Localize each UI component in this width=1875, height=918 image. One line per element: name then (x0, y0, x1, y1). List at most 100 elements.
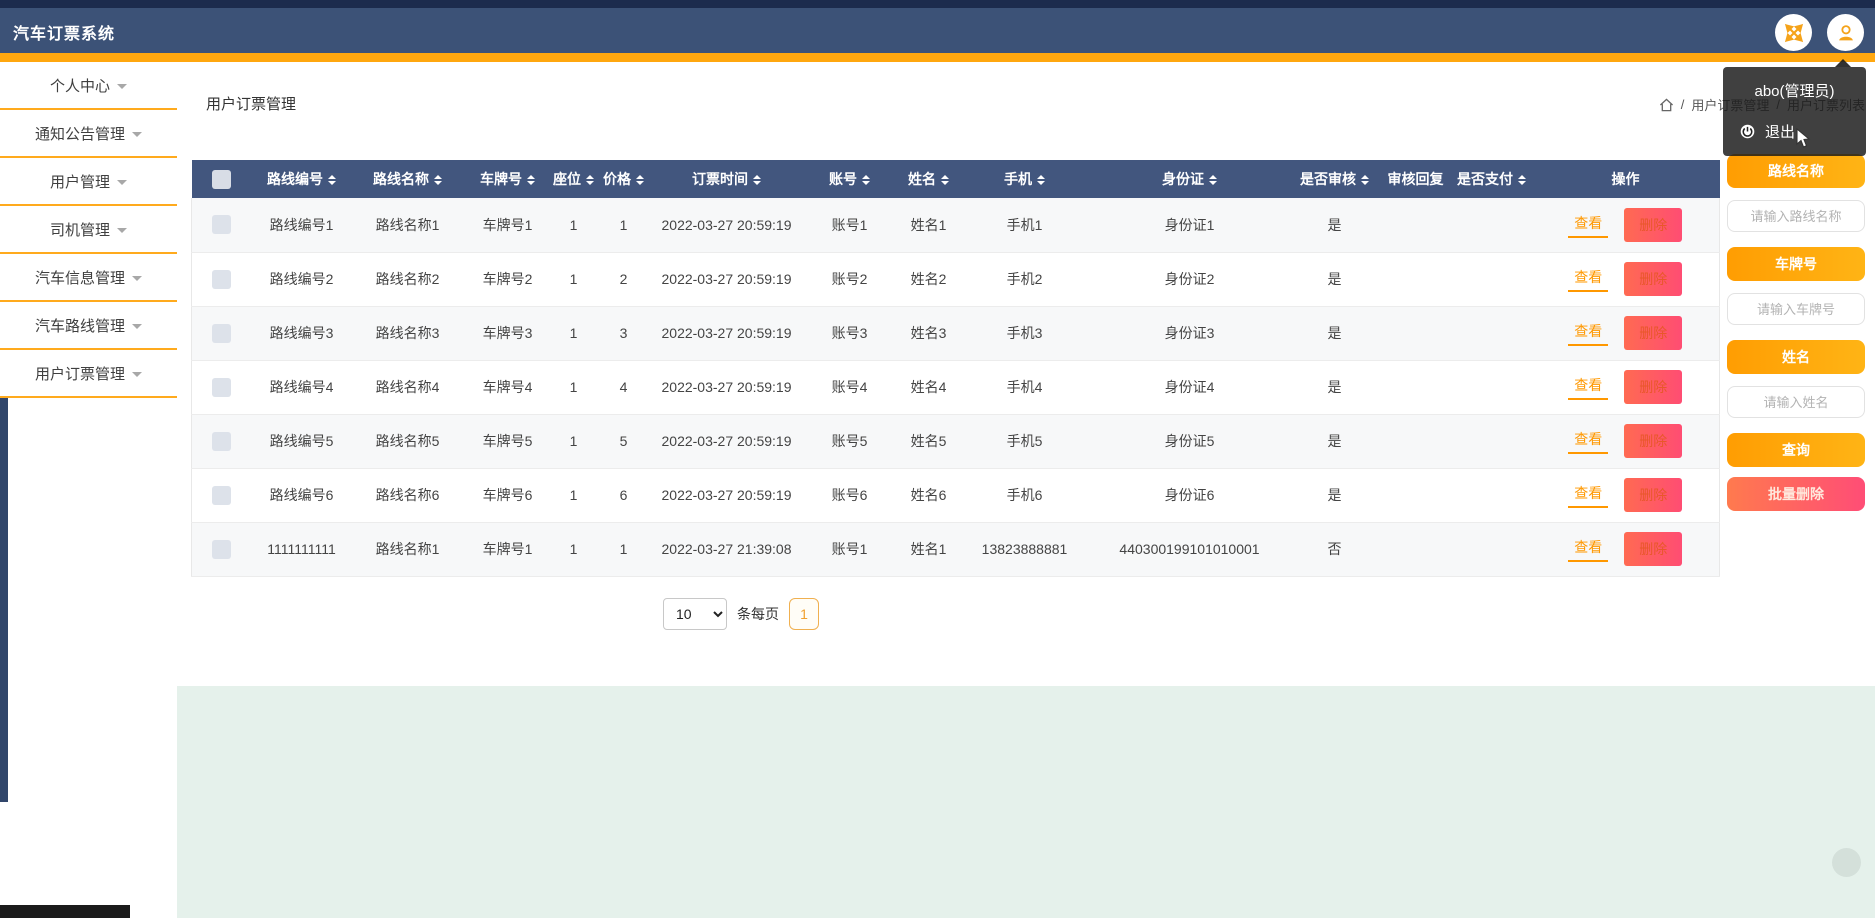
column-label: 座位 (553, 171, 581, 187)
user-avatar-button[interactable] (1827, 14, 1864, 51)
page-number-button[interactable]: 1 (789, 598, 819, 630)
bottom-left-dark-bar (0, 905, 130, 918)
home-icon[interactable] (1659, 98, 1674, 112)
sort-icon[interactable] (1518, 175, 1526, 186)
cell-seats: 1 (551, 306, 596, 361)
sort-icon[interactable] (941, 175, 949, 186)
caret-down-icon (132, 275, 142, 281)
fullscreen-button[interactable] (1775, 14, 1812, 51)
column-header-route-no[interactable]: 路线编号 (251, 160, 352, 198)
row-checkbox-cell (191, 360, 252, 415)
cursor-pointer-icon (1796, 128, 1811, 148)
column-header-id-card[interactable]: 身份证 (1089, 160, 1290, 198)
row-checkbox[interactable] (212, 269, 232, 289)
sort-icon[interactable] (753, 175, 761, 186)
sort-up-arrow (1037, 175, 1045, 180)
sort-icon[interactable] (434, 175, 442, 186)
pagination: 10 条每页 1 (191, 598, 1291, 630)
cell-price: 5 (595, 414, 652, 469)
view-button[interactable]: 查看 (1568, 320, 1609, 346)
sort-icon[interactable] (1361, 175, 1369, 186)
filter-input-0[interactable] (1727, 200, 1865, 232)
delete-button[interactable]: 删除 (1624, 262, 1683, 296)
sort-icon[interactable] (1209, 175, 1217, 186)
cell-book-time: 2022-03-27 20:59:19 (651, 306, 802, 361)
row-checkbox[interactable] (212, 485, 232, 505)
cell-audited: 是 (1289, 198, 1380, 253)
column-header-name[interactable]: 姓名 (897, 160, 960, 198)
caret-down-icon (117, 227, 127, 233)
delete-button[interactable]: 删除 (1624, 478, 1683, 512)
row-checkbox[interactable] (212, 539, 232, 559)
sort-down-arrow (434, 181, 442, 186)
delete-button[interactable]: 删除 (1624, 316, 1683, 350)
row-checkbox[interactable] (212, 215, 232, 235)
cell-paid (1451, 414, 1532, 469)
row-checkbox[interactable] (212, 431, 232, 451)
cell-price: 1 (595, 522, 652, 577)
sort-icon[interactable] (328, 175, 336, 186)
sort-icon[interactable] (636, 175, 644, 186)
sort-icon[interactable] (1037, 175, 1045, 186)
column-header-account[interactable]: 账号 (801, 160, 898, 198)
sort-up-arrow (1518, 175, 1526, 180)
sidebar-item-1[interactable]: 通知公告管理 (0, 110, 177, 158)
column-header-price[interactable]: 价格 (595, 160, 652, 198)
sidebar-item-3[interactable]: 司机管理 (0, 206, 177, 254)
search-button[interactable]: 查询 (1727, 433, 1865, 467)
cell-phone: 手机4 (959, 360, 1090, 415)
column-header-route-name[interactable]: 路线名称 (351, 160, 464, 198)
cell-name: 姓名1 (897, 198, 960, 253)
sidebar-item-6[interactable]: 用户订票管理 (0, 350, 177, 398)
view-button[interactable]: 查看 (1568, 428, 1609, 454)
select-all-checkbox[interactable] (212, 169, 231, 189)
scroll-top-button[interactable] (1832, 848, 1861, 877)
filter-field-button-0[interactable]: 路线名称 (1727, 154, 1865, 188)
delete-button[interactable]: 删除 (1624, 532, 1683, 566)
sidebar-item-label: 个人中心 (49, 77, 110, 95)
sort-icon[interactable] (586, 175, 594, 186)
column-header-paid[interactable]: 是否支付 (1451, 160, 1532, 198)
filter-field-button-1[interactable]: 车牌号 (1727, 247, 1865, 281)
cell-paid (1451, 522, 1532, 577)
row-checkbox[interactable] (212, 323, 232, 343)
row-actions: 查看 删除 (1532, 207, 1720, 242)
sort-icon[interactable] (527, 175, 535, 186)
sidebar-item-0[interactable]: 个人中心 (0, 62, 177, 110)
cell-ops: 查看 删除 (1531, 360, 1720, 415)
sidebar-item-5[interactable]: 汽车路线管理 (0, 302, 177, 350)
table-header-row: 路线编号 路线名称 车牌号 座位 价格 订票时间 账号 姓名 手机 身份证 是否审核 审核回复 是否支付… (191, 160, 1720, 198)
cell-audited: 是 (1289, 306, 1380, 361)
delete-button[interactable]: 删除 (1624, 207, 1683, 242)
table-row: 路线编号2 路线名称2 车牌号2 1 2 2022-03-27 20:59:19 账号2 姓名… (191, 252, 1720, 307)
cell-plate-no: 车牌号4 (463, 360, 552, 415)
view-button[interactable]: 查看 (1568, 482, 1609, 508)
view-button[interactable]: 查看 (1568, 212, 1609, 238)
cell-route-name: 路线名称2 (351, 252, 464, 307)
delete-button[interactable]: 删除 (1624, 424, 1683, 458)
delete-button[interactable]: 删除 (1624, 370, 1683, 404)
sort-down-arrow (1361, 181, 1369, 186)
column-header-audited[interactable]: 是否审核 (1289, 160, 1380, 198)
filter-input-1[interactable] (1727, 293, 1865, 325)
view-button[interactable]: 查看 (1568, 374, 1609, 400)
sort-up-arrow (1361, 175, 1369, 180)
cell-book-time: 2022-03-27 20:59:19 (651, 414, 802, 469)
column-header-book-time[interactable]: 订票时间 (651, 160, 802, 198)
batch-delete-button[interactable]: 批量删除 (1727, 477, 1865, 511)
sidebar-item-4[interactable]: 汽车信息管理 (0, 254, 177, 302)
sort-icon[interactable] (862, 175, 870, 186)
column-header-phone[interactable]: 手机 (959, 160, 1090, 198)
page-size-select[interactable]: 10 (663, 598, 727, 630)
view-button[interactable]: 查看 (1568, 266, 1609, 292)
column-header-plate-no[interactable]: 车牌号 (463, 160, 552, 198)
filter-input-2[interactable] (1727, 386, 1865, 418)
sidebar-item-2[interactable]: 用户管理 (0, 158, 177, 206)
sidebar-menu: 个人中心通知公告管理 用户管理 司机管理 汽车信息管理 汽车路线管理 用户订票管理 (0, 62, 177, 398)
row-checkbox[interactable] (212, 377, 232, 397)
cell-audited: 是 (1289, 252, 1380, 307)
column-header-seats[interactable]: 座位 (551, 160, 596, 198)
view-button[interactable]: 查看 (1568, 536, 1609, 562)
filter-field-button-2[interactable]: 姓名 (1727, 340, 1865, 374)
row-actions: 查看 删除 (1532, 532, 1720, 566)
